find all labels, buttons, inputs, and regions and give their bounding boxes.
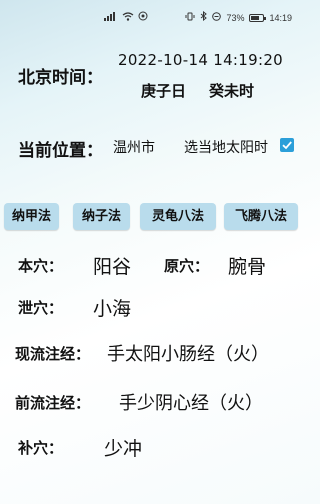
nfc-icon (138, 11, 148, 24)
yuan-point-value: 腕骨 (228, 256, 267, 278)
current-meridian-value: 手太阳小肠经（火） (107, 344, 269, 365)
local-sun-time-label[interactable]: 选当地太阳时 (184, 137, 268, 157)
local-sun-time-checkbox[interactable] (280, 138, 294, 152)
tab-nazi[interactable]: 纳子法 (73, 203, 130, 230)
tab-najia[interactable]: 纳甲法 (4, 203, 59, 230)
status-bar-right: 73% 14:19 (185, 10, 292, 24)
check-icon (282, 141, 292, 150)
hour-ganzhi: 癸未时 (209, 82, 255, 100)
tab-linggui-bafa[interactable]: 灵龟八法 (140, 203, 216, 230)
previous-meridian-label: 前流注经： (15, 394, 91, 412)
xie-point-value: 小海 (93, 298, 132, 320)
battery-fill (251, 15, 260, 20)
vibrate-icon (185, 12, 195, 24)
do-not-disturb-icon (212, 11, 222, 24)
location-label: 当前位置： (18, 141, 103, 161)
battery-icon (249, 13, 267, 22)
yuan-point-label: 原穴： (164, 257, 210, 275)
bluetooth-icon (200, 10, 208, 24)
ben-point-label: 本穴： (18, 257, 64, 275)
beijing-datetime: 2022-10-14 14:19:20 (118, 51, 284, 69)
signal-icon (104, 11, 118, 24)
wifi-icon (122, 11, 134, 24)
current-meridian-label: 现流注经： (15, 345, 91, 363)
previous-meridian-value: 手少阴心经（火） (119, 393, 263, 414)
location-city[interactable]: 温州市 (113, 137, 155, 157)
xie-point-label: 泄穴： (18, 299, 64, 317)
day-ganzhi: 庚子日 (141, 82, 187, 100)
battery-percent: 73% (226, 12, 245, 23)
status-bar: 73% 14:19 (0, 0, 300, 34)
status-time: 14:19 (269, 12, 292, 23)
ben-point-value: 阳谷 (93, 256, 132, 278)
beijing-time-label: 北京时间： (18, 68, 103, 88)
tab-feiteng-bafa[interactable]: 飞腾八法 (224, 203, 298, 230)
status-bar-left-icons (104, 11, 148, 24)
bu-point-label: 补穴： (18, 439, 64, 457)
bu-point-value: 少冲 (104, 438, 143, 460)
